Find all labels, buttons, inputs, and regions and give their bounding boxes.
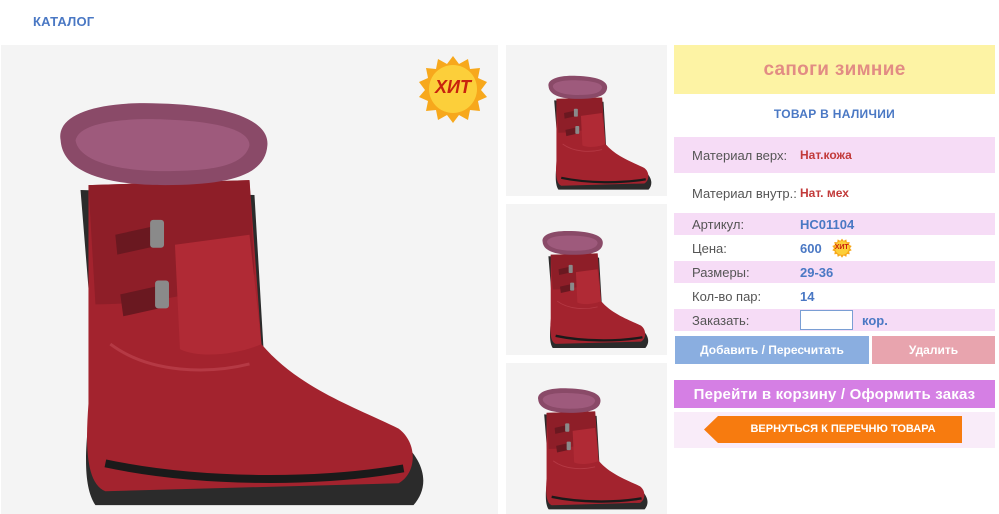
- article-value: НС01104: [800, 216, 855, 232]
- back-to-list-label: ВЕРНУТЬСЯ К ПЕРЕЧНЮ ТОВАРА: [750, 423, 936, 435]
- row-material-inner: Материал внутр.: Нат. мех: [674, 175, 995, 211]
- article-label: Артикул:: [692, 216, 745, 232]
- back-to-list-button[interactable]: ВЕРНУТЬСЯ К ПЕРЕЧНЮ ТОВАРА: [704, 416, 962, 443]
- material-inner-value: Нат. мех: [800, 186, 849, 200]
- go-to-cart-button[interactable]: Перейти в корзину / Оформить заказ: [674, 380, 995, 408]
- pairs-value: 14: [800, 288, 815, 304]
- hit-badge: ХИТ: [418, 54, 488, 124]
- material-top-value: Нат.кожа: [800, 148, 852, 162]
- order-unit: кор.: [862, 312, 888, 328]
- delete-button[interactable]: Удалить: [872, 336, 995, 364]
- order-label: Заказать:: [692, 312, 750, 328]
- row-material-top: Материал верх: Нат.кожа: [674, 137, 995, 173]
- pairs-label: Кол-во пар:: [692, 288, 762, 304]
- stock-status: ТОВАР В НАЛИЧИИ: [773, 107, 896, 121]
- material-top-label: Материал верх:: [692, 147, 788, 163]
- row-article: Артикул: НС01104: [674, 213, 995, 235]
- sizes-label: Размеры:: [692, 264, 750, 280]
- order-quantity-input[interactable]: [800, 310, 853, 330]
- row-price: Цена: 600 ХИТ: [674, 237, 995, 259]
- catalog-link[interactable]: КАТАЛОГ: [33, 14, 94, 29]
- product-thumbnail-2[interactable]: [506, 204, 667, 355]
- product-title: сапоги зимние: [674, 45, 995, 94]
- price-label: Цена:: [692, 240, 727, 256]
- add-recalculate-button[interactable]: Добавить / Пересчитать: [675, 336, 869, 364]
- material-inner-label: Материал внутр.:: [692, 185, 797, 201]
- back-button-container: ВЕРНУТЬСЯ К ПЕРЕЧНЮ ТОВАРА: [674, 412, 995, 448]
- sizes-value: 29-36: [800, 264, 834, 280]
- price-value: 600: [800, 240, 822, 256]
- product-thumbnail-3[interactable]: [506, 363, 667, 514]
- product-thumbnail-1[interactable]: [506, 45, 667, 196]
- product-info-panel: сапоги зимние ТОВАР В НАЛИЧИИ Материал в…: [674, 45, 995, 448]
- hit-badge-label: ХИТ: [435, 77, 471, 97]
- row-pairs: Кол-во пар: 14: [674, 285, 995, 307]
- row-sizes: Размеры: 29-36: [674, 261, 995, 283]
- mini-hit-badge: ХИТ: [832, 238, 852, 258]
- mini-hit-label: ХИТ: [834, 244, 849, 251]
- row-order: Заказать: кор.: [674, 309, 995, 331]
